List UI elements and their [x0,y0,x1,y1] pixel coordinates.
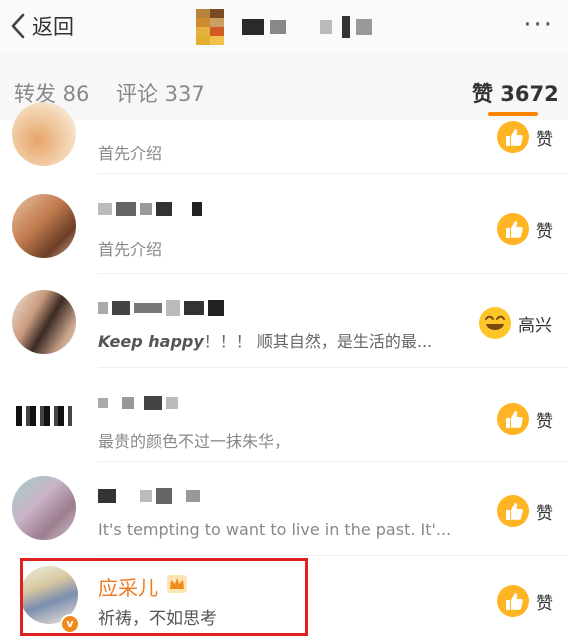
reaction-label: 赞 [536,503,553,524]
thumbs-up-icon [497,213,529,245]
thumbs-up-icon [497,121,529,153]
like-reaction[interactable]: 赞 [496,494,553,528]
chevron-left-icon [11,13,25,39]
list-item[interactable]: 首先介绍 赞 [0,182,568,274]
tab-comments[interactable]: 评论 337 [116,78,205,108]
reaction-label: 赞 [536,221,553,242]
comment-text: 首先介绍 [98,144,163,163]
avatar [12,382,76,446]
like-reaction[interactable]: 赞 [496,402,553,436]
comment-text: Keep happy！！！ 顺其自然，是生活的最... [98,328,458,352]
comment-text: 祈祷，不如思考 [98,609,217,629]
happy-reaction[interactable]: 高兴 [478,306,552,340]
list-item[interactable]: 首先介绍 赞 [0,102,568,174]
reaction-label: 赞 [536,129,553,150]
username-blurred [98,202,202,216]
thumbs-up-icon [497,585,529,617]
comment-rest: ！！！ 顺其自然，是生活的最... [203,332,433,351]
happy-face-icon [479,307,511,339]
author-avatar [196,9,224,45]
username[interactable]: 应采儿 [98,572,158,601]
username-blurred [98,300,224,316]
thumbs-up-icon [497,403,529,435]
more-icon[interactable]: ··· [523,10,554,40]
comment-text: It's tempting to want to live in the pas… [98,520,452,539]
author-name-blurred [242,16,372,38]
comment-text: 首先介绍 [98,240,163,259]
reaction-label: 高兴 [518,315,552,336]
crown-icon [167,575,187,593]
top-bar: 返回 ··· [0,0,568,54]
comment-italic-part: Keep happy [98,332,204,351]
back-label: 返回 [32,15,74,39]
avatar [12,476,76,540]
list-item[interactable]: Keep happy！！！ 顺其自然，是生活的最... 高兴 [0,276,568,368]
list-item[interactable]: 最贵的颜色不过一抹朱华， 赞 [0,370,568,462]
avatar [12,194,76,258]
post-author[interactable] [196,8,372,46]
avatar [12,290,76,354]
reaction-label: 赞 [536,411,553,432]
thumbs-up-icon [497,495,529,527]
list-item[interactable]: It's tempting to want to live in the pas… [0,464,568,556]
back-button[interactable]: 返回 [8,8,74,44]
like-reaction[interactable]: 赞 [496,212,553,246]
comment-text: 最贵的颜色不过一抹朱华， [98,432,291,451]
active-tab-indicator [488,112,538,116]
username-blurred [98,396,178,410]
like-reaction[interactable]: 赞 [496,120,553,154]
verified-badge: v [60,614,80,634]
avatar [12,102,76,166]
username-blurred [98,488,200,504]
like-reaction[interactable]: 赞 [496,584,553,618]
tab-likes[interactable]: 赞 3672 [472,78,559,108]
reaction-label: 赞 [536,593,553,614]
